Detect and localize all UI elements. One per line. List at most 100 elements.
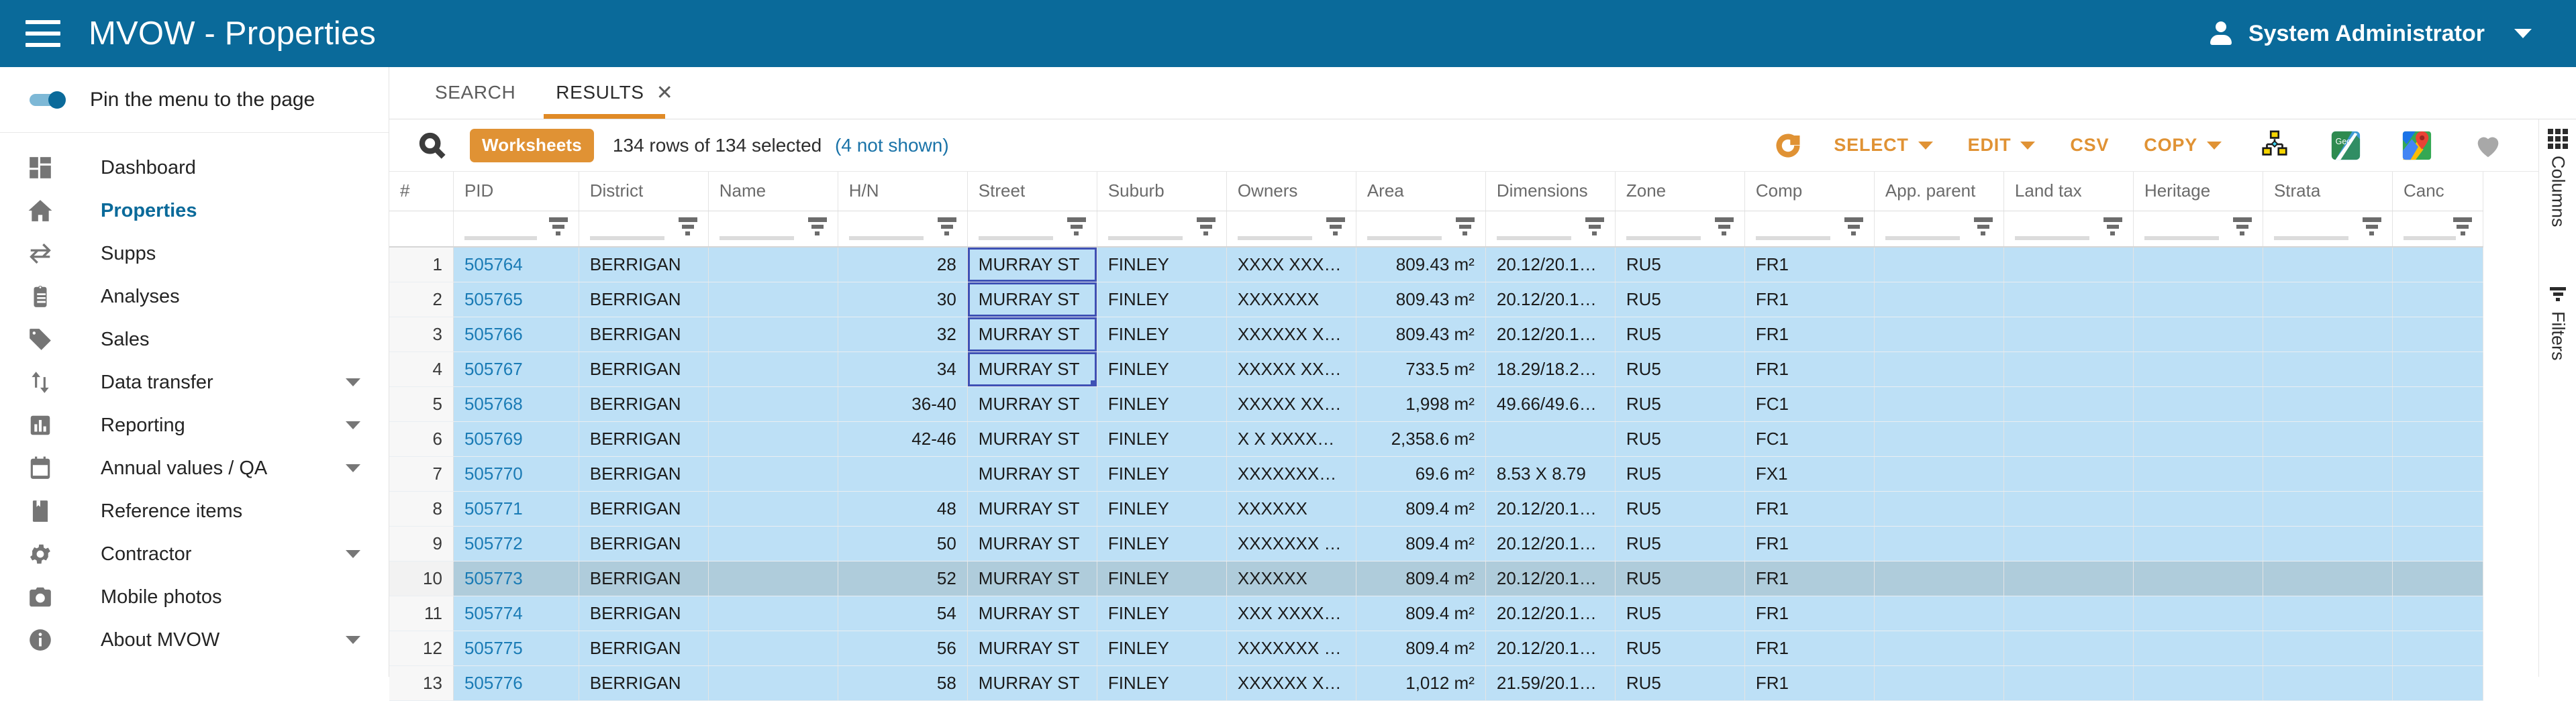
close-icon[interactable]: ✕	[656, 81, 674, 105]
cell-dimensions[interactable]: 20.12/20.1…	[1485, 526, 1616, 561]
pid-link[interactable]: 505772	[464, 533, 523, 553]
cell-hn[interactable]: 30	[838, 282, 968, 317]
cell-landtax[interactable]	[2003, 631, 2134, 666]
filter-icon[interactable]	[1844, 217, 1863, 239]
cell-name[interactable]	[708, 665, 838, 701]
filter-icon[interactable]	[807, 217, 827, 239]
table-row[interactable]: 3 505766 BERRIGAN 32 MURRAY ST FINLEY XXXXXX X…	[389, 317, 2484, 352]
filter-input-zone[interactable]	[1626, 236, 1701, 240]
cell-heritage[interactable]	[2133, 282, 2263, 317]
cell-dimensions[interactable]: 20.12/20.1…	[1485, 247, 1616, 282]
column-filter-landtax[interactable]	[2003, 211, 2134, 248]
filter-icon[interactable]	[2453, 217, 2472, 239]
cell-owners[interactable]: XXXXXX	[1226, 561, 1356, 596]
table-row[interactable]: 7 505770 BERRIGAN MURRAY ST FINLEY XXXXXXXX… 6…	[389, 456, 2484, 492]
selection-handle[interactable]	[1090, 380, 1097, 386]
cell-name[interactable]	[708, 317, 838, 352]
filter-input-appparent[interactable]	[1885, 236, 1961, 240]
column-header-landtax[interactable]: Land tax	[2003, 172, 2134, 211]
cell-area[interactable]: 809.4 m²	[1356, 631, 1486, 666]
chevron-down-icon[interactable]	[346, 421, 360, 429]
filter-icon[interactable]	[1714, 217, 1734, 239]
cell-idx[interactable]: 10	[389, 561, 454, 596]
cell-district[interactable]: BERRIGAN	[579, 596, 709, 631]
cell-dimensions[interactable]: 18.29/18.2…	[1485, 352, 1616, 387]
cell-landtax[interactable]	[2003, 526, 2134, 561]
cell-appparent[interactable]	[1874, 247, 2004, 282]
cell-dimensions[interactable]: 20.12/20.1…	[1485, 282, 1616, 317]
cell-appparent[interactable]	[1874, 526, 2004, 561]
cell-appparent[interactable]	[1874, 456, 2004, 492]
cell-idx[interactable]: 1	[389, 247, 454, 282]
cell-zone[interactable]: RU5	[1615, 665, 1745, 701]
cell-comp[interactable]: FR1	[1744, 561, 1875, 596]
sidebar-item-properties[interactable]: Properties	[0, 189, 389, 232]
cell-idx[interactable]: 8	[389, 491, 454, 527]
cell-comp[interactable]: FR1	[1744, 282, 1875, 317]
cell-comp[interactable]: FR1	[1744, 247, 1875, 282]
copy-button[interactable]: COPY	[2126, 135, 2239, 156]
sidebar-item-reference-items[interactable]: Reference items	[0, 490, 389, 533]
cell-dimensions[interactable]: 20.12/20.1…	[1485, 631, 1616, 666]
cell-district[interactable]: BERRIGAN	[579, 491, 709, 527]
worksheets-badge[interactable]: Worksheets	[470, 128, 594, 162]
cell-idx[interactable]: 2	[389, 282, 454, 317]
cell-strata[interactable]	[2263, 352, 2393, 387]
rail-columns-button[interactable]: Columns	[2539, 129, 2576, 227]
column-header-canc[interactable]: Canc	[2392, 172, 2484, 211]
cell-dimensions[interactable]: 8.53 X 8.79	[1485, 456, 1616, 492]
column-filter-strata[interactable]	[2263, 211, 2393, 248]
sidebar-item-analyses[interactable]: Analyses	[0, 275, 389, 318]
cell-hn[interactable]: 50	[838, 526, 968, 561]
cell-appparent[interactable]	[1874, 596, 2004, 631]
cell-appparent[interactable]	[1874, 631, 2004, 666]
cell-canc[interactable]	[2392, 282, 2484, 317]
column-filter-area[interactable]	[1356, 211, 1486, 248]
cell-comp[interactable]: FR1	[1744, 596, 1875, 631]
cell-strata[interactable]	[2263, 631, 2393, 666]
cell-appparent[interactable]	[1874, 491, 2004, 527]
table-row[interactable]: 6 505769 BERRIGAN 42-46 MURRAY ST FINLEY X X X…	[389, 421, 2484, 457]
filter-input-dimensions[interactable]	[1496, 236, 1572, 240]
filter-input-strata[interactable]	[2273, 236, 2349, 240]
cell-owners[interactable]: X X XXXXX…	[1226, 421, 1356, 457]
column-filter-street[interactable]	[967, 211, 1097, 248]
filter-icon[interactable]	[1455, 217, 1475, 239]
cell-landtax[interactable]	[2003, 561, 2134, 596]
cell-canc[interactable]	[2392, 561, 2484, 596]
filter-input-pid[interactable]	[464, 236, 537, 240]
cell-zone[interactable]: RU5	[1615, 282, 1745, 317]
cell-strata[interactable]	[2263, 456, 2393, 492]
cell-comp[interactable]: FX1	[1744, 456, 1875, 492]
cell-owners[interactable]: XXXX XXX…	[1226, 247, 1356, 282]
cell-appparent[interactable]	[1874, 317, 2004, 352]
cell-street[interactable]: MURRAY ST	[967, 491, 1097, 527]
cell-hn[interactable]: 28	[838, 247, 968, 282]
cell-suburb[interactable]: FINLEY	[1097, 665, 1227, 701]
cell-canc[interactable]	[2392, 491, 2484, 527]
cell-dimensions[interactable]: 20.12/20.1…	[1485, 491, 1616, 527]
cell-owners[interactable]: XXXXXX	[1226, 491, 1356, 527]
cell-district[interactable]: BERRIGAN	[579, 526, 709, 561]
cell-area[interactable]: 809.4 m²	[1356, 596, 1486, 631]
table-row[interactable]: 13 505776 BERRIGAN 58 MURRAY ST FINLEY XXXXXX …	[389, 665, 2484, 701]
column-filter-appparent[interactable]	[1874, 211, 2004, 248]
heart-icon[interactable]	[2473, 130, 2504, 161]
cell-heritage[interactable]	[2133, 596, 2263, 631]
column-header-name[interactable]: Name	[708, 172, 838, 211]
cell-appparent[interactable]	[1874, 386, 2004, 422]
cell-pid[interactable]: 505776	[453, 665, 579, 701]
cell-area[interactable]: 809.4 m²	[1356, 561, 1486, 596]
cell-name[interactable]	[708, 491, 838, 527]
google-maps-icon[interactable]	[2401, 130, 2432, 161]
cell-landtax[interactable]	[2003, 282, 2134, 317]
pid-link[interactable]: 505774	[464, 603, 523, 623]
table-row[interactable]: 4 505767 BERRIGAN 34 MURRAY ST FINLEY XXXXX XX…	[389, 352, 2484, 387]
cell-idx[interactable]: 6	[389, 421, 454, 457]
cell-canc[interactable]	[2392, 631, 2484, 666]
cell-strata[interactable]	[2263, 526, 2393, 561]
cell-suburb[interactable]: FINLEY	[1097, 421, 1227, 457]
csv-button[interactable]: CSV	[2052, 135, 2126, 156]
cell-street[interactable]: MURRAY ST	[967, 317, 1097, 352]
filter-input-district[interactable]	[589, 236, 665, 240]
